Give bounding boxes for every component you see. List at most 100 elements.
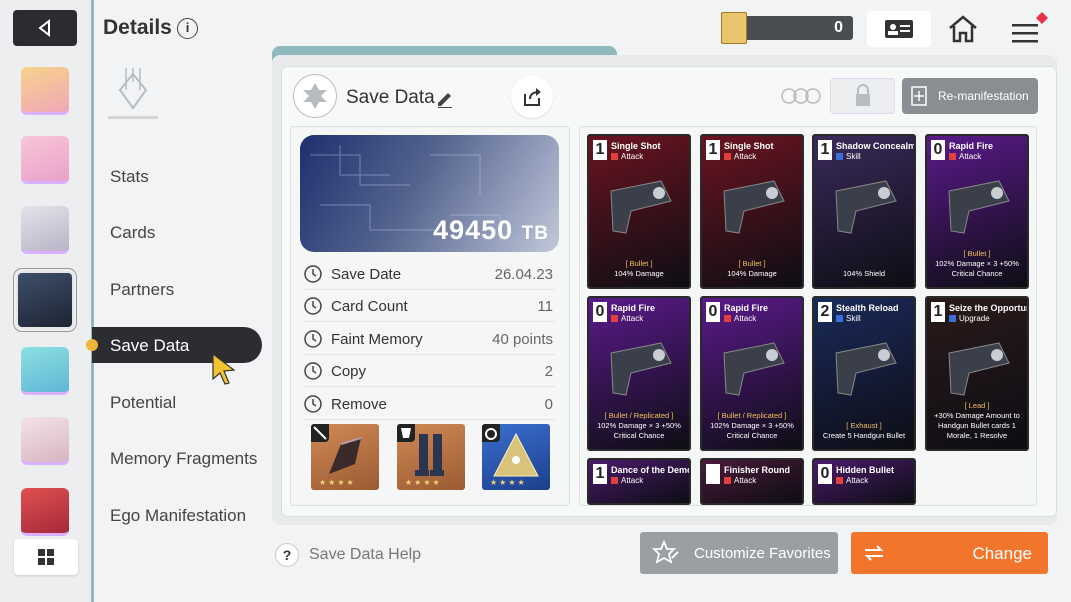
card-tag: [ Bullet / Replicated ]	[604, 411, 674, 420]
character-portrait-5[interactable]	[21, 347, 69, 395]
change-button[interactable]: Change	[851, 532, 1048, 574]
home-button[interactable]	[944, 12, 982, 46]
card-effect: +30% Damage Amount to Handgun Bullet car…	[934, 411, 1020, 440]
card-cost	[706, 464, 720, 484]
change-label: Change	[972, 544, 1032, 563]
skill-card[interactable]: 0 Rapid Fire Attack [ Bullet ] 102% Damage ×…	[925, 134, 1029, 289]
currency-value: 0	[834, 19, 843, 36]
skill-card[interactable]: 1 Seize the OpportunityUpgrade [ Lead ]+30…	[925, 296, 1029, 451]
skill-card[interactable]: 0 Hidden Bullet Attack	[812, 458, 916, 505]
nav-stats[interactable]: Stats	[110, 167, 149, 187]
skill-card[interactable]: 1 Dance of the Demon Attack	[587, 458, 691, 505]
skill-card[interactable]: Finisher Round Attack	[700, 458, 804, 505]
nav-partners[interactable]: Partners	[110, 280, 174, 300]
nav-cards[interactable]: Cards	[110, 223, 155, 243]
card-description: [ Exhaust ] Create 5 Handgun Bullet	[818, 421, 910, 441]
card-type: Attack	[724, 314, 756, 323]
card-type: Attack	[949, 152, 981, 161]
card-cost: 1	[593, 140, 607, 160]
brain-icon	[304, 330, 322, 348]
card-type: Skill	[836, 314, 861, 323]
card-effect: Create 5 Handgun Bullet	[822, 431, 906, 440]
nav-potential[interactable]: Potential	[110, 393, 176, 413]
equipment-armor[interactable]: ★★★★	[397, 424, 465, 490]
nav-memory-fragments[interactable]: Memory Fragments	[110, 449, 257, 469]
character-portrait-1[interactable]	[21, 67, 69, 115]
stat-row: Remove 0	[303, 388, 555, 420]
clock-icon	[304, 265, 322, 283]
stat-label: Save Date	[331, 266, 402, 283]
lock-button[interactable]	[830, 78, 895, 114]
card-cost: 2	[818, 302, 832, 322]
remove-icon	[304, 395, 322, 413]
save-data-title: Save Data	[346, 87, 435, 108]
card-description: 104% Shield	[818, 269, 910, 279]
character-portrait-selected[interactable]	[13, 268, 77, 332]
stat-row: Copy 2	[303, 355, 555, 387]
stat-label: Faint Memory	[331, 331, 423, 348]
skill-card[interactable]: 1 Single Shot Attack [ Bullet ] 104% Damage	[587, 134, 691, 289]
home-icon	[949, 15, 977, 43]
page-title: Details	[103, 16, 172, 39]
panel-divider	[91, 0, 94, 602]
help-icon[interactable]: ?	[275, 543, 299, 567]
stat-row: Save Date 26.04.23	[303, 258, 555, 290]
card-type: Attack	[724, 476, 756, 485]
skill-card[interactable]: 0 Rapid Fire Attack [ Bullet / Replicated ]…	[700, 296, 804, 451]
card-type: Attack	[611, 314, 643, 323]
remanifestation-button[interactable]: Re-manifestation	[902, 78, 1038, 114]
back-button[interactable]	[13, 10, 77, 46]
menu-button[interactable]	[1008, 12, 1048, 46]
remanifest-icon	[911, 86, 927, 106]
card-type: Upgrade	[949, 314, 990, 323]
skill-card[interactable]: 1 Shadow ConcealmentSkill 104% Shield	[812, 134, 916, 289]
card-name: Finisher Round	[724, 465, 790, 475]
skill-card[interactable]: 2 Stealth Reload Skill [ Exhaust ] Create 5 …	[812, 296, 916, 451]
card-cost: 1	[706, 140, 720, 160]
character-portrait-7[interactable]	[21, 488, 69, 536]
stat-value: 2	[544, 363, 553, 380]
card-description: [ Bullet / Replicated ] 102% Damage × 3 +…	[706, 411, 798, 441]
card-tag: [ Bullet ]	[625, 259, 653, 268]
info-icon[interactable]: i	[177, 18, 198, 39]
skill-card[interactable]: 1 Single Shot Attack [ Bullet ] 104% Damage	[700, 134, 804, 289]
character-portrait-3[interactable]	[21, 206, 69, 254]
card-name: Stealth Reload	[836, 303, 899, 313]
equipment-accessory[interactable]: ★★★★	[482, 424, 550, 490]
stat-label: Remove	[331, 396, 387, 413]
equipment-weapon[interactable]: ★★★★	[311, 424, 379, 490]
card-name: Single Shot	[724, 141, 774, 151]
grid-view-button[interactable]	[14, 539, 78, 575]
edit-pencil-icon[interactable]	[435, 88, 455, 108]
card-type: Attack	[836, 476, 868, 485]
card-effect: 102% Damage × 3 +50% Critical Chance	[710, 421, 794, 440]
id-card-icon	[885, 20, 913, 38]
copy-icon	[304, 362, 322, 380]
card-cost: 1	[818, 140, 832, 160]
stat-value: 26.04.23	[494, 266, 553, 283]
share-button[interactable]	[511, 76, 553, 118]
card-name: Dance of the Demon	[611, 465, 691, 475]
lock-icon	[855, 84, 870, 106]
rings-icon	[781, 88, 821, 104]
save-data-help-link[interactable]: Save Data Help	[309, 546, 421, 564]
card-art-icon	[948, 342, 1010, 396]
profile-card-button[interactable]	[867, 11, 931, 47]
card-type: Skill	[836, 152, 861, 161]
stat-row: Card Count 11	[303, 290, 555, 322]
stat-row: Faint Memory 40 points	[303, 323, 555, 355]
skill-card[interactable]: 0 Rapid Fire Attack [ Bullet / Replicated ]…	[587, 296, 691, 451]
stat-value: 11	[537, 298, 553, 315]
card-cost: 0	[818, 464, 832, 484]
character-portrait-6[interactable]	[21, 417, 69, 465]
card-description: [ Bullet / Replicated ] 102% Damage × 3 +…	[593, 411, 685, 441]
nav-save-data-label: Save Data	[110, 336, 190, 355]
card-art-icon	[714, 495, 792, 505]
card-type: Attack	[611, 152, 643, 161]
swap-arrows-icon	[864, 545, 884, 561]
pointer-cursor-icon	[212, 352, 236, 385]
card-art-icon	[610, 342, 672, 396]
customize-favorites-button[interactable]: Customize Favorites	[640, 532, 838, 574]
character-portrait-2[interactable]	[21, 136, 69, 184]
nav-ego-manifestation[interactable]: Ego Manifestation	[110, 506, 246, 526]
